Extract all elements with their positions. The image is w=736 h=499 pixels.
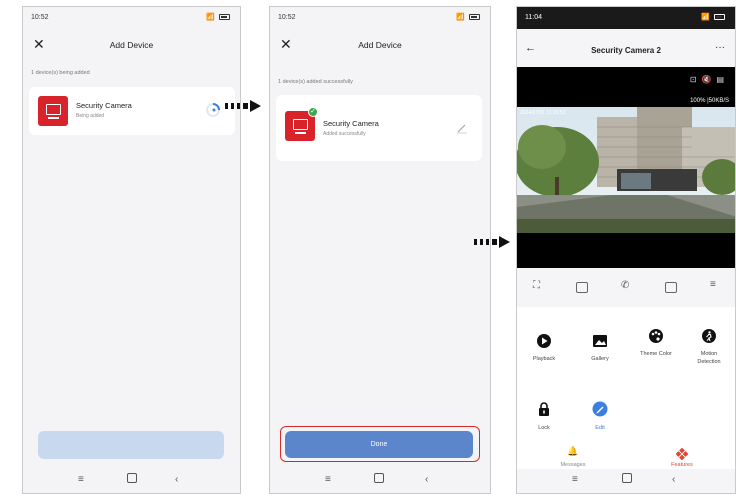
motion-icon <box>702 329 716 343</box>
bell-icon: 🔔 <box>567 446 579 456</box>
battery-icon <box>714 14 725 21</box>
feature-label: Lock <box>538 425 550 431</box>
control-row: ⛶ ✆ ≡ <box>517 269 735 305</box>
success-check-icon: ✓ <box>308 107 318 117</box>
mute-icon[interactable]: 🔇 <box>701 75 716 84</box>
menu-icon[interactable]: ≡ <box>78 474 84 485</box>
home-icon[interactable] <box>374 473 384 483</box>
feature-label: Gallery <box>591 356 609 362</box>
settings-list-icon[interactable]: ≡ <box>710 279 716 290</box>
system-nav-bar: ≡ ‹ <box>517 469 735 493</box>
disabled-done-button <box>38 431 224 459</box>
camera-scene-image <box>517 107 735 233</box>
camera-title: Security Camera 2 <box>591 46 661 55</box>
phone-screen-added: 10:52 📶 ✕ Add Device 1 device(s) added s… <box>269 6 491 494</box>
storage-icon[interactable]: ▤ <box>716 75 729 84</box>
edit-icon <box>592 401 608 417</box>
tab-label: Messages <box>560 462 586 468</box>
back-icon[interactable]: ‹ <box>672 474 675 485</box>
live-video-feed[interactable]: ⊡🔇▤ 100% |50KB/S 2024/07/01 11:29:52 <box>517 67 735 268</box>
signal-bitrate: 100% |50KB/S <box>690 98 729 104</box>
call-icon[interactable]: ✆ <box>621 280 629 291</box>
device-name: Security Camera <box>76 101 132 110</box>
device-status: Added successfully <box>323 131 366 137</box>
status-bar: 10:52 📶 <box>270 7 490 29</box>
system-nav-bar: ≡ ‹ <box>270 469 490 493</box>
adding-status-text: 1 device(s) being added <box>31 70 90 76</box>
features-icon <box>676 448 688 460</box>
status-bar: 10:52 📶 <box>23 7 240 29</box>
device-name: Security Camera <box>323 119 379 128</box>
device-card[interactable]: Security Camera Being added <box>29 87 235 135</box>
back-icon[interactable]: ‹ <box>425 474 428 485</box>
snapshot-icon[interactable] <box>576 282 588 293</box>
playback-icon <box>537 334 551 348</box>
palette-icon <box>649 329 663 343</box>
signal-icon: 📶 <box>206 14 217 21</box>
screenshot-icon[interactable]: ⊡ <box>690 75 702 84</box>
home-icon[interactable] <box>622 473 632 483</box>
feature-label: Playback <box>532 356 556 362</box>
status-icons: 📶 <box>701 13 725 21</box>
feature-label: Theme Color <box>640 351 672 357</box>
home-icon[interactable] <box>127 473 137 483</box>
features-panel: Playback Gallery Theme Color Motion Dete… <box>517 307 735 445</box>
record-icon[interactable] <box>665 282 677 293</box>
system-nav-bar: ≡ ‹ <box>23 469 240 493</box>
edit-pencil-icon[interactable] <box>456 122 468 134</box>
lock-icon <box>539 402 549 416</box>
feature-label: Edit <box>595 425 605 431</box>
phone-screen-camera: 11:04 📶 ← Security Camera 2 ··· ⊡🔇▤ 100%… <box>516 6 736 494</box>
battery-icon <box>469 14 480 21</box>
feature-label: Motion Detection <box>697 351 721 365</box>
status-bar: 11:04 📶 <box>517 7 735 29</box>
status-icons: 📶 <box>206 13 230 21</box>
signal-icon: 📶 <box>456 14 467 21</box>
page-title: Add Device <box>358 40 402 50</box>
loading-spinner-icon <box>206 103 220 117</box>
phone-screen-adding: 10:52 📶 ✕ Add Device 1 device(s) being a… <box>22 6 241 494</box>
menu-icon[interactable]: ≡ <box>325 474 331 485</box>
flow-arrow <box>225 100 265 112</box>
video-toolbar: ⊡🔇▤ <box>690 75 729 84</box>
fullscreen-icon[interactable]: ⛶ <box>533 280 540 291</box>
title-bar: ✕ Add Device <box>270 31 490 59</box>
tab-label: Features <box>671 462 693 468</box>
status-time: 10:52 <box>31 14 49 21</box>
status-icons: 📶 <box>456 13 480 21</box>
more-icon[interactable]: ··· <box>715 42 725 53</box>
camera-device-icon <box>38 96 68 126</box>
signal-icon: 📶 <box>701 14 712 21</box>
video-timestamp: 2024/07/01 11:29:52 <box>520 110 566 116</box>
flow-arrow <box>474 236 514 248</box>
back-icon[interactable]: ‹ <box>175 474 178 485</box>
battery-icon <box>219 14 230 21</box>
page-title: Add Device <box>109 40 154 50</box>
added-status-text: 1 device(s) added successfully <box>278 79 353 85</box>
status-time: 11:04 <box>525 14 542 21</box>
title-bar: ✕ Add Device <box>23 31 240 59</box>
camera-header: ← Security Camera 2 ··· <box>517 33 735 69</box>
status-time: 10:52 <box>278 14 296 21</box>
done-button[interactable]: Done <box>285 431 473 458</box>
gallery-icon <box>593 335 607 347</box>
menu-icon[interactable]: ≡ <box>572 474 578 485</box>
device-status: Being added <box>76 113 105 119</box>
device-card[interactable]: ✓ Security Camera Added successfully <box>276 95 482 161</box>
